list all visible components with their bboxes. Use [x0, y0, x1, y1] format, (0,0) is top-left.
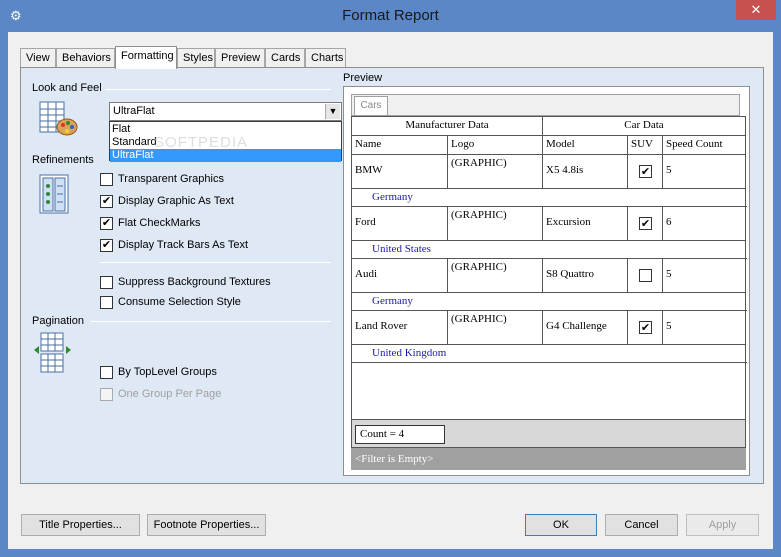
group-row-country: United States — [352, 241, 747, 259]
preview-canvas: Cars Manufacturer Data Car Data Name Log… — [345, 88, 748, 474]
suv-checkmark-icon: ✔ — [639, 321, 652, 334]
count-summary: Count = 4 — [355, 425, 445, 444]
group-row-country: Germany — [352, 189, 747, 207]
preview-tab-cars[interactable]: Cars — [354, 96, 388, 115]
close-button[interactable]: ✕ — [736, 0, 776, 20]
cell-speed: 5 — [663, 259, 745, 293]
column-header: Speed Count — [663, 136, 745, 155]
grid-footer: Count = 4 — [351, 420, 746, 448]
look-and-feel-icon — [39, 101, 78, 136]
pagination-heading: Pagination — [32, 315, 84, 327]
apply-button[interactable]: Apply — [686, 514, 759, 536]
group-row-country: United Kingdom — [352, 345, 747, 363]
cell-speed: 5 — [663, 311, 745, 345]
filter-bar[interactable]: <Filter is Empty> — [351, 448, 746, 470]
close-icon: ✕ — [750, 2, 762, 17]
column-header: Model — [543, 136, 628, 155]
cell-speed: 6 — [663, 207, 745, 241]
tab-cards[interactable]: Cards — [265, 48, 305, 68]
checkmark-icon: ✔ — [100, 195, 113, 208]
refinements-icon — [39, 174, 69, 214]
preview-grid: Manufacturer Data Car Data Name Logo Mod… — [351, 116, 747, 420]
preview-frame: Cars Manufacturer Data Car Data Name Log… — [343, 86, 750, 476]
cell-name: Land Rover — [352, 311, 448, 345]
tab-view[interactable]: View — [20, 48, 56, 68]
checkmark-icon: ✔ — [100, 217, 113, 230]
cell-logo: (GRAPHIC) — [448, 155, 543, 189]
refinements-heading: Refinements — [32, 154, 94, 166]
look-and-feel-dropdown: Flat Standard UltraFlat SOFTPEDIA — [109, 121, 342, 162]
preview-tab-strip: Cars — [351, 94, 740, 116]
cell-name: Ford — [352, 207, 448, 241]
checkbox-box — [100, 388, 113, 401]
group-row-country: Germany — [352, 293, 747, 311]
suv-checkbox-empty — [639, 269, 652, 282]
checkbox-box — [100, 296, 113, 309]
pagination-icon — [34, 332, 71, 373]
checkbox-box — [100, 173, 113, 186]
cell-logo: (GRAPHIC) — [448, 207, 543, 241]
checkbox-label: Display Track Bars As Text — [118, 239, 249, 251]
cell-model: Excursion — [543, 207, 628, 241]
column-header: Name — [352, 136, 448, 155]
tab-behaviors[interactable]: Behaviors — [56, 48, 115, 68]
watermark: SOFTPEDIA — [154, 134, 249, 151]
checkmark-icon: ✔ — [100, 239, 113, 252]
checkbox-label: By TopLevel Groups — [118, 366, 217, 378]
checkbox-label: Consume Selection Style — [118, 296, 241, 308]
cell-speed: 5 — [663, 155, 745, 189]
combo-value: UltraFlat — [113, 105, 155, 117]
column-header: SUV — [628, 136, 663, 155]
cell-name: Audi — [352, 259, 448, 293]
cancel-button[interactable]: Cancel — [605, 514, 678, 536]
tab-charts[interactable]: Charts — [305, 48, 346, 68]
checkbox-label: One Group Per Page — [118, 388, 222, 400]
cell-model: G4 Challenge — [543, 311, 628, 345]
tab-styles[interactable]: Styles — [177, 48, 215, 68]
cell-name: BMW — [352, 155, 448, 189]
footnote-properties-button[interactable]: Footnote Properties... — [147, 514, 266, 536]
tab-preview[interactable]: Preview — [215, 48, 265, 68]
suv-checkmark-icon: ✔ — [639, 217, 652, 230]
divider — [100, 262, 331, 263]
title-bar: ⚙ Format Report ✕ — [0, 0, 781, 32]
cell-model: S8 Quattro — [543, 259, 628, 293]
band-header: Car Data — [543, 117, 745, 136]
dialog-client: View Behaviors Formatting Styles Preview… — [8, 32, 773, 549]
divider — [91, 321, 331, 322]
tab-formatting[interactable]: Formatting — [115, 46, 177, 69]
divider — [105, 89, 331, 90]
cell-logo: (GRAPHIC) — [448, 311, 543, 345]
checkbox-label: Flat CheckMarks — [118, 217, 201, 229]
chevron-down-icon[interactable]: ▼ — [325, 104, 340, 119]
suv-checkmark-icon: ✔ — [639, 165, 652, 178]
preview-heading: Preview — [343, 72, 383, 84]
format-report-window: ⚙ Format Report ✕ View Behaviors Formatt… — [0, 0, 781, 557]
column-header: Logo — [448, 136, 543, 155]
checkbox-label: Display Graphic As Text — [118, 195, 234, 207]
cell-logo: (GRAPHIC) — [448, 259, 543, 293]
checkbox-box — [100, 276, 113, 289]
title-properties-button[interactable]: Title Properties... — [21, 514, 140, 536]
band-header: Manufacturer Data — [352, 117, 543, 136]
ok-button[interactable]: OK — [525, 514, 597, 536]
checkbox-box — [100, 366, 113, 379]
formatting-panel: Look and Feel UltraFlat ▼ Flat Standard … — [20, 67, 764, 484]
checkbox-label: Suppress Background Textures — [118, 276, 271, 288]
look-and-feel-heading: Look and Feel — [32, 82, 102, 94]
window-title: Format Report — [342, 7, 439, 24]
checkbox-label: Transparent Graphics — [118, 173, 224, 185]
cell-model: X5 4.8is — [543, 155, 628, 189]
look-and-feel-combo[interactable]: UltraFlat ▼ — [109, 102, 342, 121]
